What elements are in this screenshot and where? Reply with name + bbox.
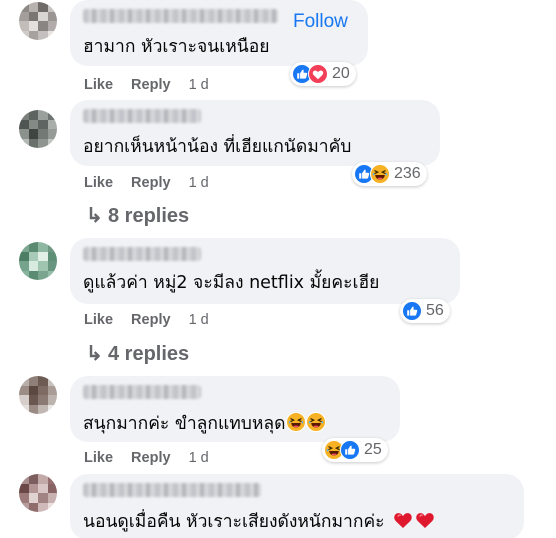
comment-bubble: อยากเห็นหน้าน้อง ที่เฮียแกนัดมาคับ (70, 100, 440, 166)
view-replies-button[interactable]: ↳ 8 replies (86, 203, 189, 228)
timestamp[interactable]: 1 d (189, 77, 209, 93)
follow-button[interactable]: Follow (293, 11, 348, 33)
reaction-summary[interactable]: 56 (400, 299, 450, 323)
comment-bubble: นอนดูเมื่อคืน หัวเราะเสียงดังหนักมากค่ะ (70, 474, 524, 538)
replies-label: 4 replies (108, 343, 190, 365)
comment-text: ดูแล้วค่า หมู่2 จะมีลง netflix มั้ยคะเฮี… (83, 273, 380, 293)
timestamp[interactable]: 1 d (189, 450, 209, 466)
view-replies-button[interactable]: ↳ 4 replies (86, 341, 189, 366)
reply-arrow-icon: ↳ (86, 205, 103, 227)
like-icon (340, 440, 360, 460)
comment-text: นอนดูเมื่อคืน หัวเราะเสียงดังหนักมากค่ะ (83, 510, 435, 536)
reaction-count: 56 (426, 302, 444, 319)
author-name[interactable] (83, 109, 201, 123)
author-name[interactable] (83, 483, 261, 497)
comment-text: อยากเห็นหน้าน้อง ที่เฮียแกนัดมาคับ (83, 137, 352, 157)
like-icon (402, 301, 422, 321)
reaction-summary[interactable]: 25 (322, 438, 388, 462)
like-button[interactable]: Like (84, 450, 113, 466)
avatar[interactable] (19, 376, 57, 414)
comment-text-body: สนุกมากค่ะ ขำลูกแทบหลุด (83, 414, 286, 434)
comment-text: สนุกมากค่ะ ขำลูกแทบหลุด (83, 412, 326, 438)
comment-actions: Like Reply 1 d (84, 77, 209, 93)
reply-button[interactable]: Reply (131, 175, 171, 191)
comment-actions: Like Reply 1 d (84, 175, 209, 191)
comment-text-body: นอนดูเมื่อคืน หัวเราะเสียงดังหนักมากค่ะ (83, 512, 385, 532)
haha-emoji-icon (306, 412, 326, 438)
comment-text: ฮามาก หัวเราะจนเหนือย (83, 37, 270, 57)
reply-button[interactable]: Reply (131, 77, 171, 93)
replies-label: 8 replies (108, 205, 190, 227)
like-button[interactable]: Like (84, 312, 113, 328)
haha-emoji-icon (286, 412, 306, 438)
avatar[interactable] (19, 242, 57, 280)
reaction-count: 25 (364, 441, 382, 458)
reply-arrow-icon: ↳ (86, 343, 103, 365)
reaction-count: 236 (394, 165, 421, 182)
reaction-summary[interactable]: 236 (352, 162, 427, 186)
comment-bubble: สนุกมากค่ะ ขำลูกแทบหลุด (70, 376, 400, 442)
comment-bubble: ฮามาก หัวเราะจนเหนือย (70, 0, 368, 66)
timestamp[interactable]: 1 d (189, 312, 209, 328)
comment-actions: Like Reply 1 d (84, 312, 209, 328)
heart-emoji-icon (393, 510, 413, 536)
haha-icon (370, 164, 390, 184)
love-icon (308, 64, 328, 84)
timestamp[interactable]: 1 d (189, 175, 209, 191)
avatar[interactable] (19, 110, 57, 148)
like-button[interactable]: Like (84, 77, 113, 93)
avatar[interactable] (19, 474, 57, 512)
comment-bubble: ดูแล้วค่า หมู่2 จะมีลง netflix มั้ยคะเฮี… (70, 238, 460, 304)
reply-button[interactable]: Reply (131, 312, 171, 328)
author-name[interactable] (83, 247, 201, 261)
reaction-count: 20 (332, 65, 350, 82)
avatar[interactable] (19, 2, 57, 40)
reply-button[interactable]: Reply (131, 450, 171, 466)
comment-actions: Like Reply 1 d (84, 450, 209, 466)
author-name[interactable] (83, 385, 201, 399)
like-button[interactable]: Like (84, 175, 113, 191)
author-name[interactable] (83, 9, 278, 23)
heart-emoji-icon (415, 510, 435, 536)
reaction-summary[interactable]: 20 (290, 62, 356, 86)
